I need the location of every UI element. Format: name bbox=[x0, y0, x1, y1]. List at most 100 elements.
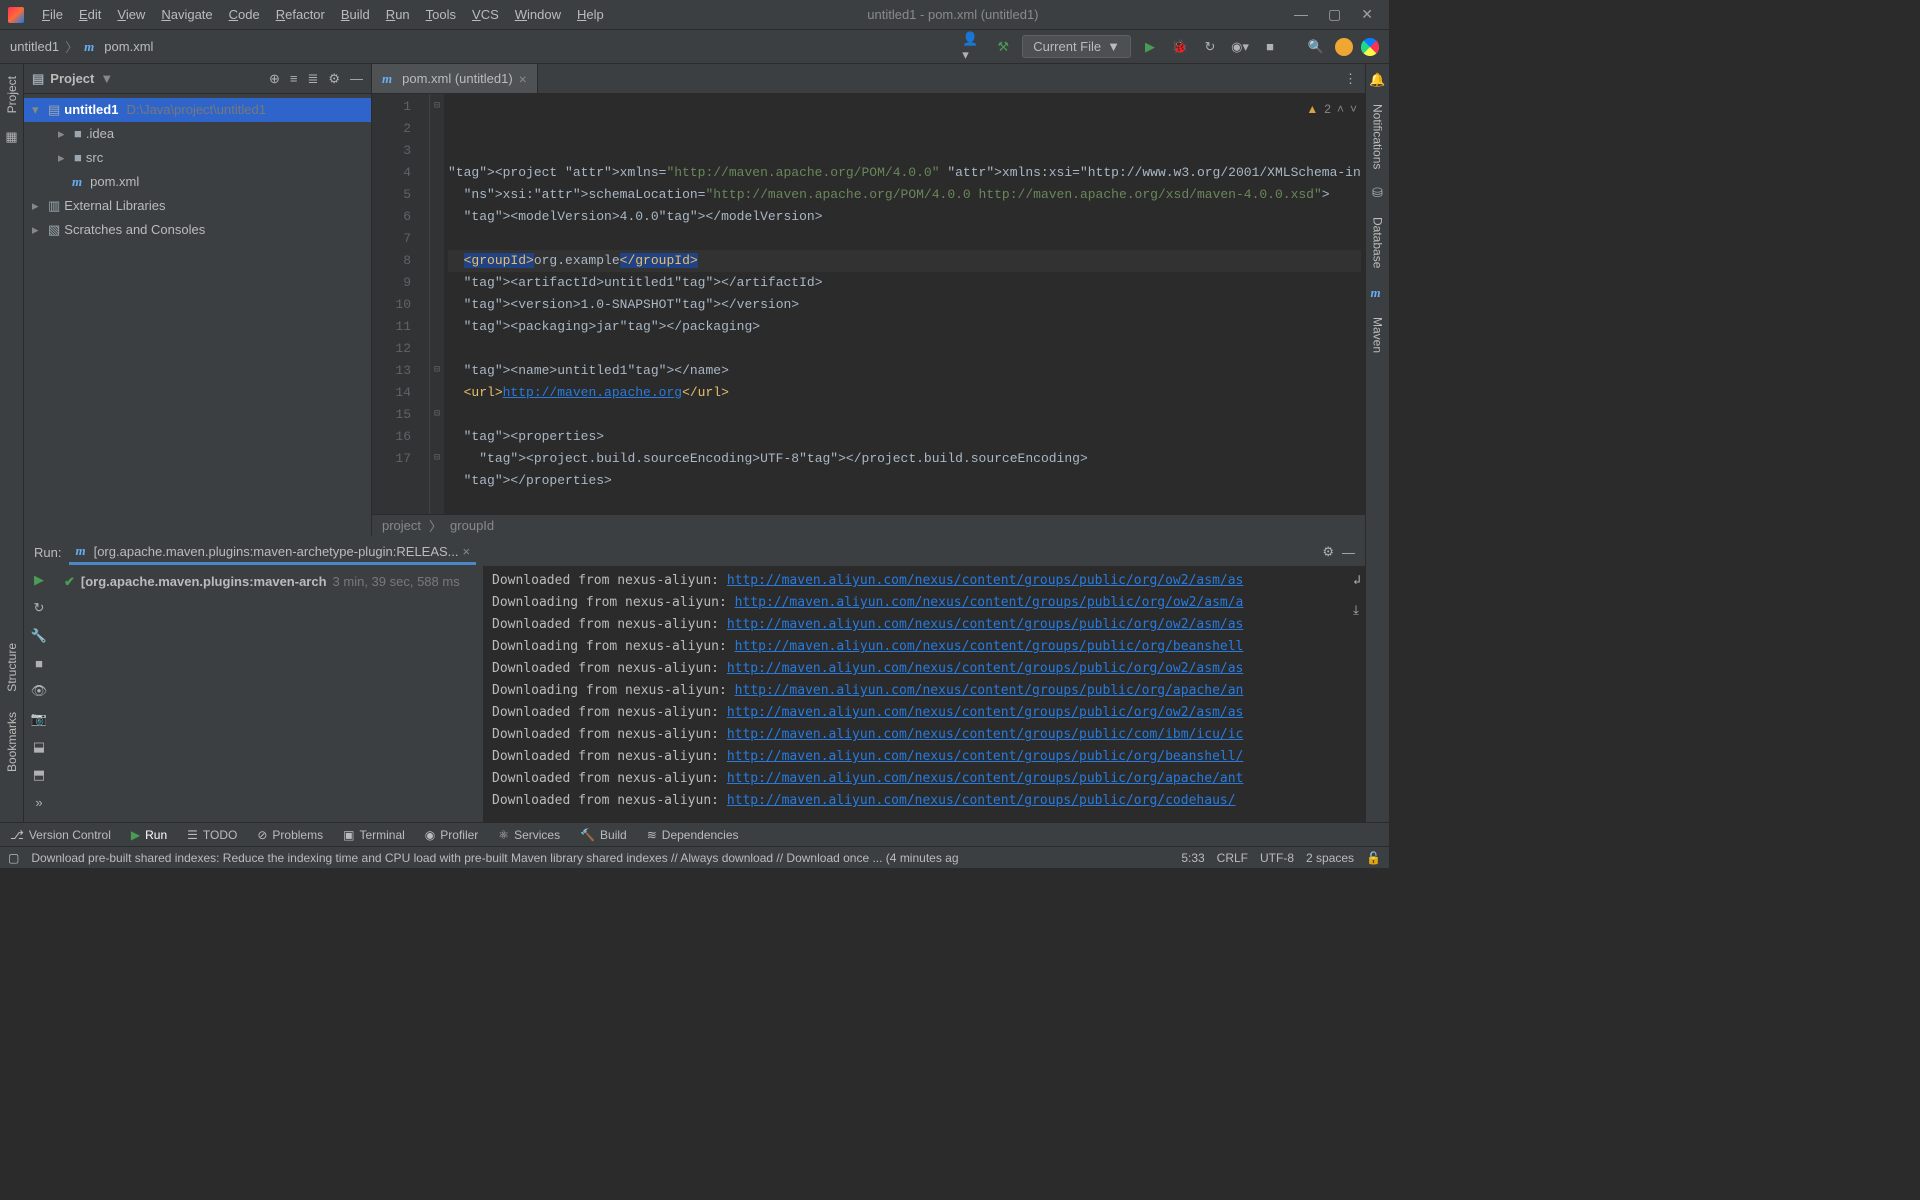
next-highlight-icon[interactable]: ˅ bbox=[1350, 98, 1357, 120]
code-area[interactable]: ▲ 2 ˄ ˅ "tag"><project "attr">xmlns="htt… bbox=[444, 94, 1365, 514]
line-separator[interactable]: CRLF bbox=[1217, 851, 1248, 865]
stop-button[interactable]: ■ bbox=[1259, 36, 1281, 58]
project-tree[interactable]: ▾ ▤ untitled1 D:\Java\project\untitled1 … bbox=[24, 94, 371, 536]
filter-icon[interactable]: ■ bbox=[35, 656, 43, 671]
chevron-down-icon[interactable]: ▾ bbox=[32, 100, 44, 120]
run-tree-item[interactable]: ✔ [org.apache.maven.plugins:maven-arch 3… bbox=[64, 572, 473, 592]
breadcrumb-item[interactable]: groupId bbox=[450, 518, 494, 533]
ide-services-icon[interactable] bbox=[1361, 38, 1379, 56]
menu-refactor[interactable]: Refactor bbox=[268, 3, 333, 26]
close-button[interactable]: ✕ bbox=[1361, 6, 1373, 23]
console-link[interactable]: http://maven.aliyun.com/nexus/content/gr… bbox=[735, 639, 1244, 654]
menu-help[interactable]: Help bbox=[569, 3, 612, 26]
bottom-tab-dependencies[interactable]: ≋Dependencies bbox=[647, 828, 739, 842]
prev-highlight-icon[interactable]: ˄ bbox=[1337, 98, 1344, 120]
debug-button[interactable]: 🐞 bbox=[1169, 36, 1191, 58]
console-link[interactable]: http://maven.aliyun.com/nexus/content/gr… bbox=[727, 793, 1236, 808]
file-encoding[interactable]: UTF-8 bbox=[1260, 851, 1294, 865]
commit-tool-icon[interactable]: ▦ bbox=[5, 129, 17, 145]
console-link[interactable]: http://maven.aliyun.com/nexus/content/gr… bbox=[727, 661, 1244, 676]
maven-tool-button[interactable]: Maven bbox=[1371, 313, 1385, 357]
hide-icon[interactable]: — bbox=[350, 71, 363, 87]
run-settings-icon[interactable]: ⚙ bbox=[1322, 544, 1334, 560]
menu-tools[interactable]: Tools bbox=[418, 3, 464, 26]
tree-item-scratches[interactable]: ▸ ▧ Scratches and Consoles bbox=[24, 218, 371, 242]
tree-item-external[interactable]: ▸ ▥ External Libraries bbox=[24, 194, 371, 218]
coverage-button[interactable]: ↻ bbox=[1199, 36, 1221, 58]
console-link[interactable]: http://maven.aliyun.com/nexus/content/gr… bbox=[727, 771, 1244, 786]
bottom-tab-services[interactable]: ⚛Services bbox=[498, 828, 560, 842]
maximize-button[interactable]: ▢ bbox=[1328, 6, 1341, 23]
tree-item-src[interactable]: ▸ ■ src bbox=[24, 146, 371, 170]
breadcrumb-file[interactable]: pom.xml bbox=[104, 39, 153, 54]
expand-all-icon[interactable]: ≡ bbox=[290, 71, 298, 87]
console-link[interactable]: http://maven.aliyun.com/nexus/content/gr… bbox=[727, 749, 1244, 764]
minimize-button[interactable]: — bbox=[1294, 6, 1308, 23]
status-message[interactable]: Download pre-built shared indexes: Reduc… bbox=[31, 851, 1169, 865]
tree-root[interactable]: ▾ ▤ untitled1 D:\Java\project\untitled1 bbox=[24, 98, 371, 122]
bottom-tab-version-control[interactable]: ⎇Version Control bbox=[10, 828, 111, 842]
fold-column[interactable]: ⊟ ⊟ ⊟ ⊟ bbox=[430, 94, 444, 514]
profile-button[interactable]: ◉▾ bbox=[1229, 36, 1251, 58]
menu-file[interactable]: File bbox=[34, 3, 71, 26]
stop-button[interactable]: ↻ bbox=[34, 600, 45, 616]
structure-tool-button[interactable]: Structure bbox=[5, 639, 19, 696]
hide-run-icon[interactable]: — bbox=[1342, 545, 1355, 560]
menu-navigate[interactable]: Navigate bbox=[153, 3, 220, 26]
console-link[interactable]: http://maven.aliyun.com/nexus/content/gr… bbox=[735, 595, 1244, 610]
menu-view[interactable]: View bbox=[109, 3, 153, 26]
export-icon[interactable]: 📷 bbox=[31, 711, 47, 727]
tree-item-pom[interactable]: m pom.xml bbox=[24, 170, 371, 194]
console-link[interactable]: http://maven.aliyun.com/nexus/content/gr… bbox=[727, 617, 1244, 632]
breadcrumb-root[interactable]: untitled1 bbox=[10, 39, 59, 54]
rerun-button[interactable]: ▶ bbox=[34, 572, 44, 588]
expand-icon[interactable]: 👁 bbox=[31, 683, 48, 699]
bell-icon[interactable]: 🔔 bbox=[1369, 72, 1385, 88]
collapse-all-icon[interactable]: ≣ bbox=[307, 71, 318, 87]
editor-body[interactable]: 1234567891011121314151617 ⊟ ⊟ ⊟ ⊟ ▲ 2 ˄ … bbox=[372, 94, 1365, 514]
pin-icon[interactable]: ⬒ bbox=[33, 767, 45, 783]
database-icon[interactable]: ⛁ bbox=[1372, 185, 1383, 201]
user-icon[interactable]: 👤▾ bbox=[962, 36, 984, 58]
bottom-tab-run[interactable]: ▶Run bbox=[131, 828, 167, 842]
layout-icon[interactable]: ⬓ bbox=[33, 739, 45, 755]
tab-options-icon[interactable]: ⋮ bbox=[1344, 71, 1357, 87]
bottom-tab-build[interactable]: 🔨Build bbox=[580, 828, 627, 842]
notifications-tool-button[interactable]: Notifications bbox=[1371, 100, 1385, 173]
database-tool-button[interactable]: Database bbox=[1371, 213, 1385, 272]
run-button[interactable]: ▶ bbox=[1139, 36, 1161, 58]
indent-config[interactable]: 2 spaces bbox=[1306, 851, 1354, 865]
console-link[interactable]: http://maven.aliyun.com/nexus/content/gr… bbox=[727, 705, 1244, 720]
menu-run[interactable]: Run bbox=[378, 3, 418, 26]
project-tool-button[interactable]: Project bbox=[5, 72, 19, 117]
chevron-right-icon[interactable]: ▸ bbox=[58, 124, 70, 144]
bottom-tab-terminal[interactable]: ▣Terminal bbox=[343, 828, 405, 842]
close-tab-icon[interactable]: × bbox=[463, 544, 471, 559]
user-avatar[interactable] bbox=[1335, 38, 1353, 56]
bottom-tab-profiler[interactable]: ◉Profiler bbox=[425, 828, 479, 842]
console-output[interactable]: ↲ ⤓ Downloaded from nexus-aliyun: http:/… bbox=[484, 566, 1365, 822]
breadcrumb-item[interactable]: project bbox=[382, 518, 421, 533]
run-tree[interactable]: ✔ [org.apache.maven.plugins:maven-arch 3… bbox=[54, 566, 484, 822]
chevron-right-icon[interactable]: ▸ bbox=[32, 196, 44, 216]
bookmarks-tool-button[interactable]: Bookmarks bbox=[5, 708, 19, 776]
maven-icon[interactable]: m bbox=[1370, 285, 1380, 301]
console-link[interactable]: http://maven.aliyun.com/nexus/content/gr… bbox=[735, 683, 1244, 698]
settings-icon[interactable]: ⚙ bbox=[328, 71, 340, 87]
search-icon[interactable]: 🔍 bbox=[1305, 36, 1327, 58]
bottom-tab-problems[interactable]: ⊘Problems bbox=[257, 828, 323, 842]
run-config-dropdown[interactable]: Current File ▼ bbox=[1022, 35, 1131, 58]
cursor-position[interactable]: 5:33 bbox=[1181, 851, 1204, 865]
soft-wrap-icon[interactable]: ↲ bbox=[1353, 570, 1361, 592]
chevron-down-icon[interactable]: ▼ bbox=[100, 71, 113, 86]
bottom-tab-todo[interactable]: ☰TODO bbox=[187, 828, 237, 842]
select-opened-file-icon[interactable]: ⊕ bbox=[269, 71, 280, 87]
gutter[interactable]: 1234567891011121314151617 bbox=[372, 94, 430, 514]
chevron-right-icon[interactable]: ▸ bbox=[32, 220, 44, 240]
more-icon[interactable]: » bbox=[35, 795, 42, 810]
scroll-to-end-icon[interactable]: ⤓ bbox=[1353, 600, 1361, 622]
run-tab[interactable]: m [org.apache.maven.plugins:maven-archet… bbox=[69, 539, 476, 565]
close-tab-icon[interactable]: × bbox=[519, 71, 527, 87]
editor-inspections[interactable]: ▲ 2 ˄ ˅ bbox=[1306, 98, 1357, 120]
tree-item-idea[interactable]: ▸ ■ .idea bbox=[24, 122, 371, 146]
